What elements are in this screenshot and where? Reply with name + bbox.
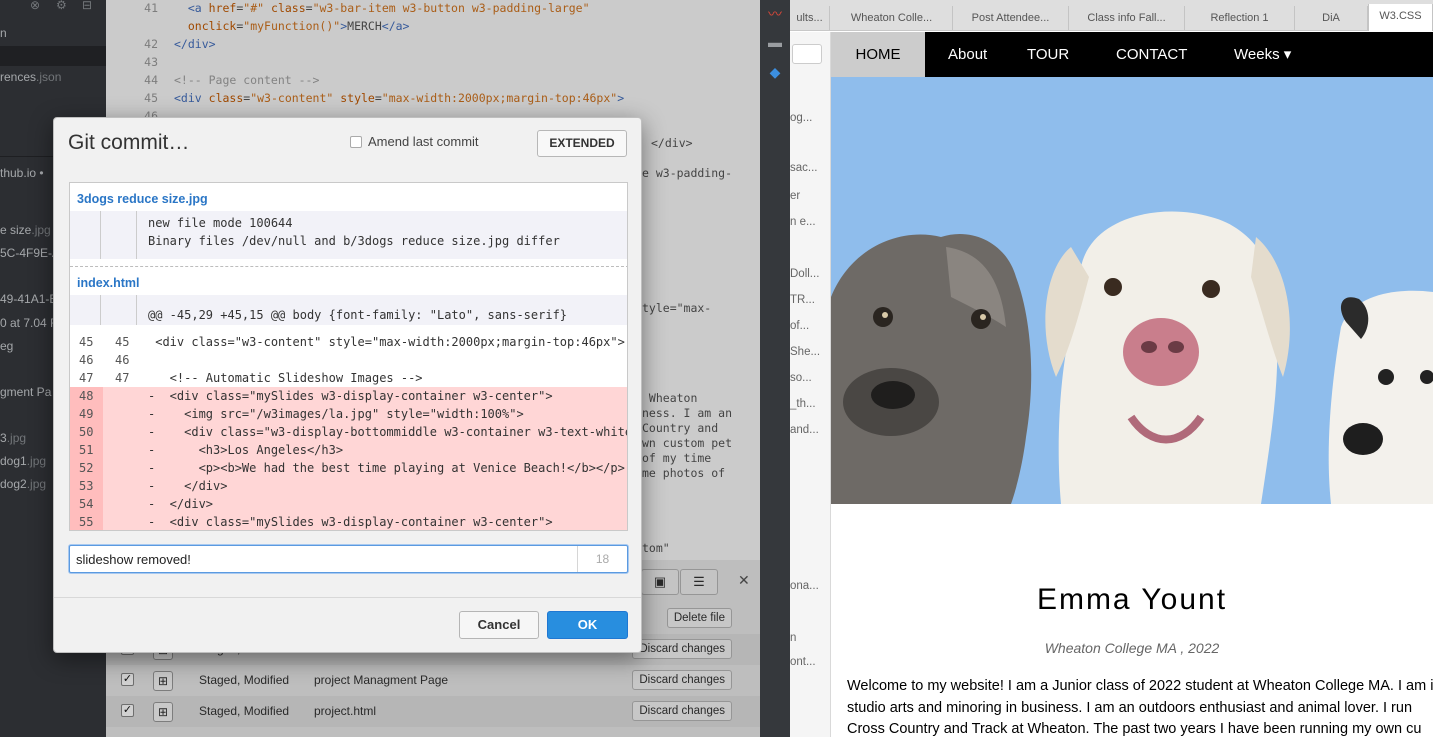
old-line-number: 51 [70,441,103,459]
git-commit-dialog: Git commit… Amend last commit EXTENDED 3… [53,117,642,653]
diff-removed-line: 53 - </div> [70,477,627,495]
plugin-icon[interactable]: ▬ [765,34,785,52]
sidebar-entry[interactable]: er [790,190,800,202]
profile-name: Emma Yount [1036,583,1228,616]
new-line-number: 45 [115,335,130,349]
old-line-number: 55 [70,513,103,530]
diff-removed-line: 54 - </div> [70,495,627,513]
profile-college: Wheaton College MA , 2022 [1044,640,1220,656]
diff-line-text: <!-- Automatic Slideshow Images --> [148,371,423,385]
browser-tab-bar: ults... Wheaton Colle... Post Attendee..… [790,0,1433,31]
diff-meta-line: Binary files /dev/null and b/3dogs reduc… [148,234,560,248]
diff-line-text: - <div class="mySlides w3-display-contai… [148,515,553,529]
browser-tab[interactable]: Reflection 1 [1185,6,1295,30]
git-diamond-icon[interactable]: ◆ [765,64,785,82]
diff-file-header[interactable]: index.html [77,276,140,290]
diff-removed-line: 49 - <img src="/w3images/la.jpg" style="w… [70,405,627,423]
diff-hunk-header: @@ -45,29 +45,15 @@ body {font-family: "… [148,308,568,322]
browser-tab[interactable]: ults... [790,6,830,30]
diff-removed-line: 55 - <div class="mySlides w3-display-cont… [70,513,627,530]
new-line-number: 47 [115,371,130,385]
browser-tab[interactable]: Class info Fall... [1069,6,1185,30]
nav-contact[interactable]: CONTACT [1100,32,1203,77]
old-line-number: 47 [79,371,94,385]
diff-file-header[interactable]: 3dogs reduce size.jpg [77,192,208,206]
nav-home[interactable]: HOME [831,32,925,77]
diff-line-text: - <h3>Los Angeles</h3> [148,443,344,457]
old-line-number: 52 [70,459,103,477]
diff-removed-line: 50 - <div class="w3-display-bottommiddle … [70,423,628,441]
dialog-title: Git commit… [68,131,190,154]
extended-button[interactable]: EXTENDED [537,130,627,157]
diff-line-text: - <p><b>We had the best time playing at … [148,461,625,475]
commit-message-input[interactable] [70,546,578,572]
old-line-number: 46 [79,353,94,367]
diff-line-text: - <div class="w3-display-bottommiddle w3… [148,425,628,439]
sidebar-entry[interactable]: n e... [790,216,816,228]
browser-tab[interactable]: DiA [1295,6,1368,30]
diff-context-line: 47 47 <!-- Automatic Slideshow Images --> [70,369,627,387]
new-line-number: 46 [115,353,130,367]
diff-removed-line: 51 - <h3>Los Angeles</h3> [70,441,627,459]
diff-line-text: - </div> [148,479,228,493]
old-line-number: 49 [70,405,103,423]
about-paragraph: Welcome to my website! I am a Junior cla… [847,678,1433,737]
old-line-number: 48 [70,387,103,405]
char-count: 18 [595,552,610,566]
cancel-button[interactable]: Cancel [459,611,539,639]
browser-tab[interactable]: Post Attendee... [953,6,1069,30]
amend-label: Amend last commit [368,134,479,149]
diff-context-line: 45 45 <div class="w3-content" style="max-… [70,333,627,351]
dialog-divider [54,597,641,598]
browser-tab[interactable]: Wheaton Colle... [831,6,953,30]
browser-sidebar: og... sac... er n e... Doll... TR... of... She.… [790,32,831,737]
dog-painting [831,77,1433,504]
old-line-number: 54 [70,495,103,513]
sidebar-entry[interactable]: and... [790,424,819,436]
old-line-number: 50 [70,423,103,441]
nav-tour[interactable]: TOUR [1011,32,1085,77]
sidebar-entry[interactable]: ona... [790,580,819,592]
diff-view[interactable]: 3dogs reduce size.jpg new file mode 1006… [69,182,628,531]
browser-tab-active[interactable]: W3.CSS [1368,4,1433,31]
diff-line-text: - </div> [148,497,214,511]
diff-context-line: 46 46 [70,351,627,369]
commit-message-field[interactable]: 18 [69,545,628,573]
extension-toolbar: 〰 ▬ ◆ [760,0,790,737]
nav-about[interactable]: About [932,32,1003,77]
diff-line-text: - <img src="/w3images/la.jpg" style="wid… [148,407,524,421]
sidebar-entry[interactable]: so... [790,372,812,384]
sidebar-entry[interactable]: TR... [790,294,815,306]
diff-separator [70,266,627,267]
old-line-number: 45 [79,335,94,349]
amend-checkbox[interactable] [350,135,362,148]
sidebar-entry[interactable]: n [790,632,796,644]
nav-weeks-dropdown[interactable]: Weeks ▾ [1218,32,1307,77]
old-line-number: 53 [70,477,103,495]
site-navbar: HOME About TOUR CONTACT Weeks ▾ [831,32,1433,77]
diff-removed-line: 52 - <p><b>We had the best time playing a… [70,459,627,477]
diff-line-text: - <div class="mySlides w3-display-contai… [148,389,553,403]
browser-window: ults... Wheaton Colle... Post Attendee..… [790,0,1433,737]
sidebar-entry[interactable]: She... [790,346,820,358]
amend-last-commit[interactable]: Amend last commit [350,134,479,149]
sidebar-entry[interactable]: of... [790,320,809,332]
diff-removed-line: 48 - <div class="mySlides w3-display-cont… [70,387,627,405]
activity-graph-icon[interactable]: 〰 [765,4,785,22]
sidebar-entry[interactable]: sac... [790,162,817,174]
sidebar-search-input[interactable] [792,44,822,64]
hero-dogs-image [831,77,1433,504]
sidebar-entry[interactable]: _th... [790,398,816,410]
diff-meta-line: new file mode 100644 [148,216,293,230]
diff-line-text: <div class="w3-content" style="max-width… [148,335,625,349]
sidebar-entry[interactable]: ont... [790,656,816,668]
sidebar-entry[interactable]: Doll... [790,268,819,280]
ok-button[interactable]: OK [547,611,628,639]
sidebar-entry[interactable]: og... [790,112,812,124]
